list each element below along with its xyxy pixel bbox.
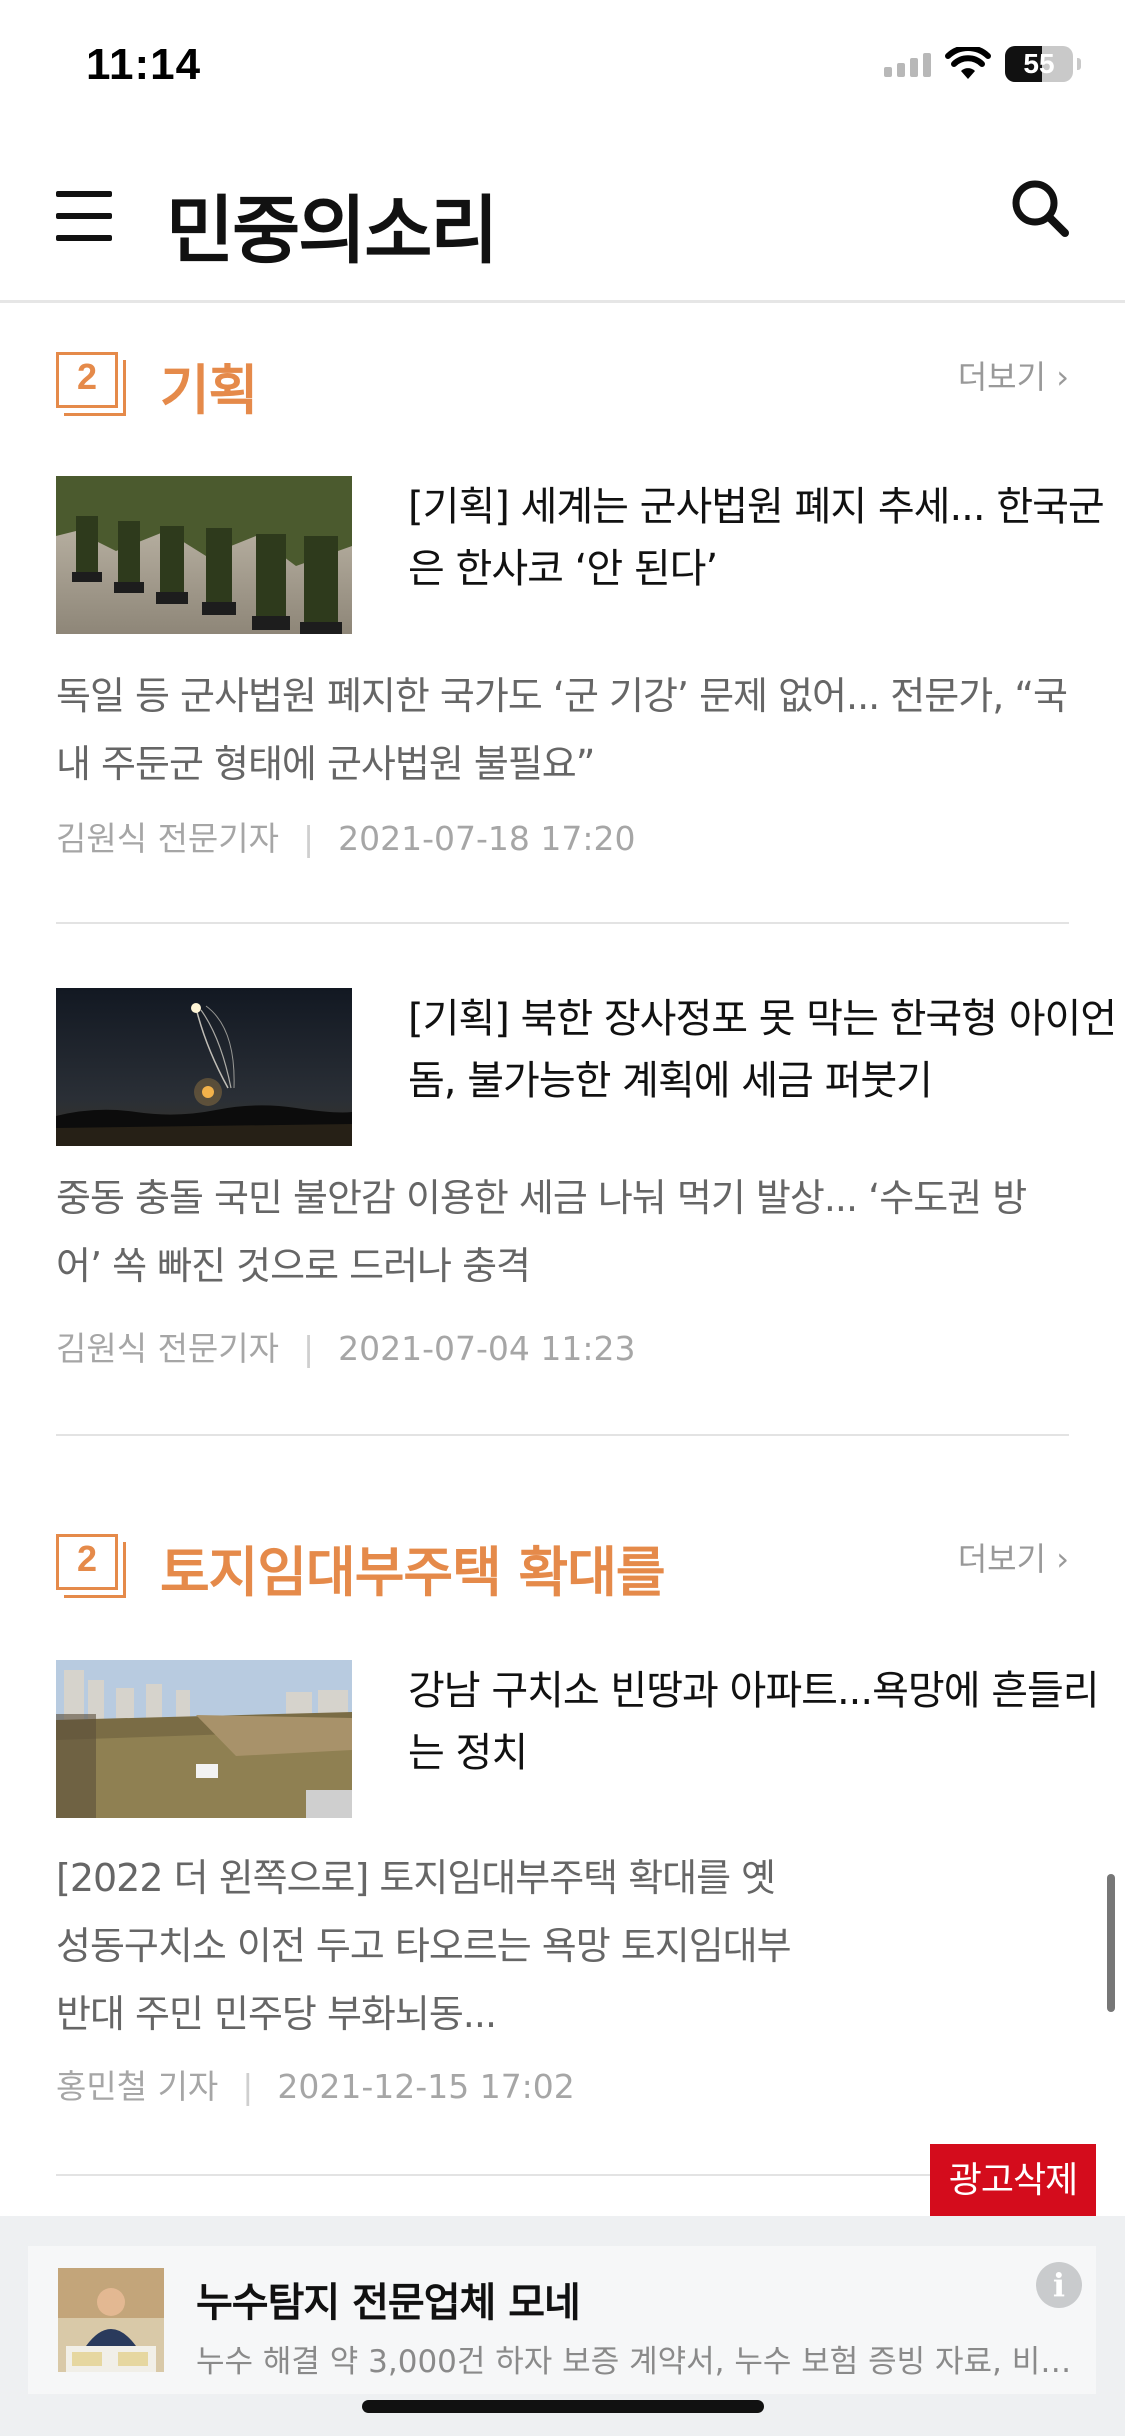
status-time: 11:14 [86, 40, 202, 89]
article-headline[interactable]: [기획] 북한 장사정포 못 막는 한국형 아이언돔, 불가능한 계획에 세금 … [408, 988, 1122, 1112]
meta-separator: | [303, 1329, 315, 1368]
menu-icon-bar [56, 213, 112, 219]
article-date: 2021-12-15 17:02 [277, 2067, 575, 2106]
wifi-icon [945, 47, 991, 79]
rank-number: 2 [76, 356, 98, 397]
status-bar: 11:14 55 [0, 0, 1125, 135]
article-summary[interactable]: [2022 더 왼쪽으로] 토지임대부주택 확대를 옛 성동구치소 이전 두고 … [56, 1844, 816, 2048]
article-headline[interactable]: [기획] 세계는 군사법원 폐지 추세... 한국군은 한사코 ‘안 된다’ [408, 476, 1122, 600]
article-item[interactable]: 강남 구치소 빈땅과 아파트...욕망에 흔들리는 정치 [2022 더 왼쪽으… [56, 1660, 1100, 2120]
battery-cap [1077, 58, 1081, 70]
night-missile-image [56, 988, 352, 1146]
info-icon[interactable]: i [1036, 2262, 1082, 2308]
article-thumbnail[interactable] [56, 476, 352, 634]
ad-thumbnail[interactable] [58, 2268, 164, 2372]
article-thumbnail[interactable] [56, 988, 352, 1146]
article-summary[interactable]: 중동 충돌 국민 불안감 이용한 세금 나눠 먹기 발상... ‘수도권 방어’… [56, 1164, 1069, 1300]
article-item[interactable]: [기획] 세계는 군사법원 폐지 추세... 한국군은 한사코 ‘안 된다’ 독… [56, 476, 1105, 858]
site-logo[interactable]: 민중의소리 [166, 171, 498, 278]
battery-icon: 55 [1005, 46, 1073, 82]
section-title: 토지임대부주택 확대를 [160, 1541, 666, 1604]
article-meta: 홍민철 기자 | 2021-12-15 17:02 [56, 2060, 575, 2108]
ad-description[interactable]: 누수 해결 약 3,000건 하자 보증 계약서, 누수 보험 증빙 자료, 비… [196, 2336, 1076, 2381]
menu-icon-bar [56, 235, 112, 241]
rank-number: 2 [76, 1538, 98, 1579]
app-header: 민중의소리 [0, 135, 1125, 303]
divider [56, 1434, 1069, 1436]
article-item[interactable]: [기획] 북한 장사정포 못 막는 한국형 아이언돔, 불가능한 계획에 세금 … [56, 988, 1117, 1370]
cellular-signal-icon [884, 51, 931, 77]
article-summary[interactable]: 독일 등 군사법원 폐지한 국가도 ‘군 기강’ 문제 없어... 전문가, “… [56, 662, 1069, 798]
ad-title[interactable]: 누수탐지 전문업체 모네 [196, 2270, 581, 2328]
meta-separator: | [303, 819, 315, 858]
menu-button[interactable] [56, 191, 112, 241]
article-meta: 김원식 전문기자 | 2021-07-04 11:23 [56, 1322, 636, 1370]
section-title: 기획 [160, 359, 258, 422]
home-indicator [362, 2400, 764, 2413]
divider [56, 2174, 1069, 2176]
meta-separator: | [242, 2067, 254, 2106]
divider [56, 922, 1069, 924]
ad-card[interactable]: 누수탐지 전문업체 모네 누수 해결 약 3,000건 하자 보증 계약서, 누… [28, 2246, 1096, 2394]
vacant-lot-image [56, 1660, 352, 1818]
article-date: 2021-07-04 11:23 [338, 1329, 636, 1368]
article-meta: 김원식 전문기자 | 2021-07-18 17:20 [56, 812, 636, 860]
status-icons: 55 [884, 46, 1081, 82]
battery-percent: 55 [1023, 48, 1055, 79]
rank-badge-icon: 2 [56, 352, 128, 418]
menu-icon [56, 191, 112, 197]
more-link[interactable]: 더보기 › [958, 1534, 1069, 1580]
ad-person-image [58, 2268, 164, 2372]
article-thumbnail[interactable] [56, 1660, 352, 1818]
article-author: 김원식 전문기자 [56, 1329, 280, 1368]
article-date: 2021-07-18 17:20 [338, 819, 636, 858]
article-headline[interactable]: 강남 구치소 빈땅과 아파트...욕망에 흔들리는 정치 [408, 1660, 1122, 1784]
ad-remove-button[interactable]: 광고삭제 [930, 2144, 1096, 2218]
scrollbar[interactable] [1107, 1874, 1115, 2012]
rank-badge-icon: 2 [56, 1534, 128, 1600]
more-link[interactable]: 더보기 › [958, 352, 1069, 398]
section-header: 2 기획 더보기 › [56, 344, 1069, 424]
search-button[interactable] [1009, 177, 1071, 239]
section-header: 2 토지임대부주택 확대를 더보기 › [56, 1526, 1069, 1606]
soldiers-marching-image [56, 476, 352, 634]
article-author: 홍민철 기자 [56, 2067, 219, 2106]
article-author: 김원식 전문기자 [56, 819, 280, 858]
search-icon [1012, 180, 1069, 237]
